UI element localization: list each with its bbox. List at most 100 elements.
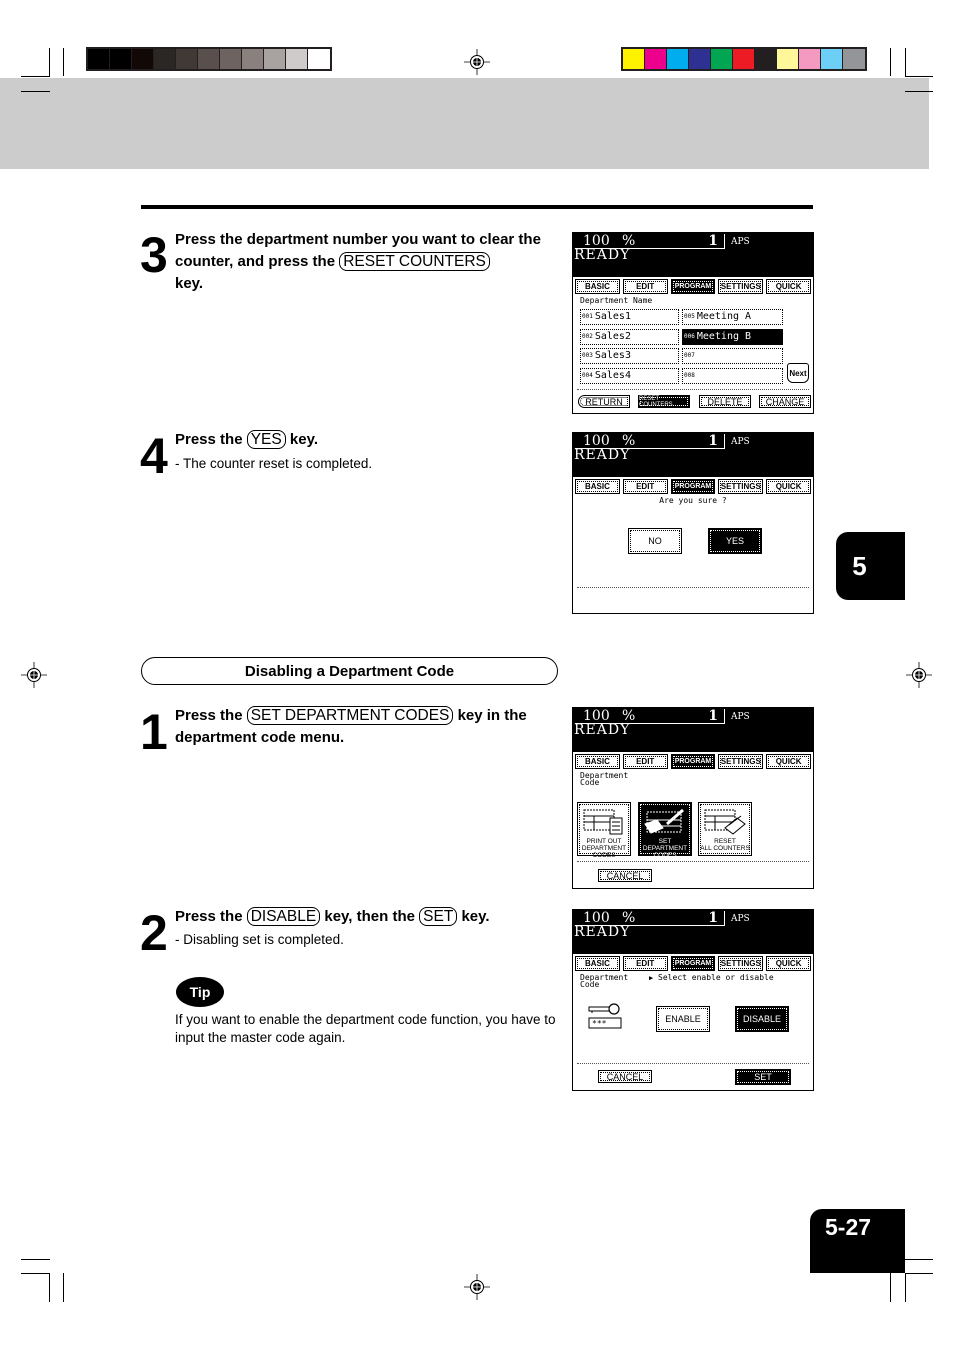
step-text: Press the <box>175 431 243 448</box>
cancel-button[interactable]: CANCEL <box>598 869 652 882</box>
paper-mode: APS <box>731 914 750 924</box>
color-swatch <box>88 49 110 69</box>
color-swatch <box>242 49 264 69</box>
tab-quick[interactable]: QUICK <box>766 754 811 769</box>
tab-settings[interactable]: SETTINGS <box>718 279 764 294</box>
tab-program[interactable]: PROGRAM <box>670 956 716 971</box>
tab-edit[interactable]: EDIT <box>622 956 668 971</box>
tab-edit[interactable]: EDIT <box>622 479 668 494</box>
crop-mark <box>49 1273 50 1302</box>
tab-program[interactable]: PROGRAM <box>670 279 716 294</box>
department-name: Meeting A <box>696 311 752 322</box>
reset-counters-button[interactable]: RESET COUNTERS <box>638 395 690 408</box>
department-cell[interactable]: 003 Sales3 <box>580 348 679 364</box>
tab-settings[interactable]: SETTINGS <box>718 479 764 494</box>
crop-mark <box>21 1273 50 1274</box>
tile-label: PRINT OUT <box>586 838 622 845</box>
prompt-text: Select enable or disable <box>658 973 774 982</box>
screen-heading: Code <box>580 980 600 989</box>
department-cell[interactable]: 004 Sales4 <box>580 367 679 384</box>
color-swatch <box>198 49 220 69</box>
color-swatch <box>623 49 645 69</box>
section-title: Disabling a Department Code <box>141 657 558 685</box>
change-button[interactable]: CHANGE <box>759 395 811 408</box>
return-button[interactable]: RETURN <box>578 395 630 408</box>
color-swatch <box>645 49 667 69</box>
department-cell[interactable]: 007 <box>682 348 783 364</box>
tab-settings[interactable]: SETTINGS <box>718 956 764 971</box>
triangle-pointer-icon: ▶ <box>649 974 654 982</box>
department-number: 006 <box>684 332 695 340</box>
registration-mark-icon <box>21 662 47 688</box>
color-swatch <box>286 49 308 69</box>
department-name: Sales1 <box>594 311 631 322</box>
color-swatch <box>821 49 843 69</box>
print-out-department-codes-button[interactable]: PRINT OUT DEPARTMENT CODES <box>577 802 631 859</box>
enable-button[interactable]: ENABLE <box>656 1006 710 1032</box>
crop-mark <box>21 1259 50 1260</box>
tab-basic[interactable]: BASIC <box>575 754 620 769</box>
department-cell[interactable]: 002 Sales2 <box>580 328 679 345</box>
lcd-screen-department-name: 100 % 1 APS READY BASIC EDIT PROGRAM SET… <box>572 232 814 414</box>
tab-edit[interactable]: EDIT <box>622 754 668 769</box>
tab-settings[interactable]: SETTINGS <box>718 754 764 769</box>
divider <box>577 861 809 862</box>
department-cell[interactable]: 006 Meeting B <box>682 328 783 345</box>
yes-button[interactable]: YES <box>708 528 762 554</box>
department-name: Sales4 <box>594 369 631 381</box>
tab-program[interactable]: PROGRAM <box>670 754 716 769</box>
color-swatch <box>176 49 198 69</box>
cancel-button[interactable]: CANCEL <box>598 1070 652 1083</box>
step-text: Press the <box>175 908 243 925</box>
ratio-unit: % <box>622 233 636 249</box>
next-page-button[interactable]: Next <box>787 363 809 383</box>
ratio-value: 100 <box>583 910 610 926</box>
delete-button[interactable]: DELETE <box>699 395 751 408</box>
grayscale-color-bar <box>86 47 332 71</box>
set-department-codes-button[interactable]: SET DEPARTMENT CODES <box>638 802 692 859</box>
paper-mode: APS <box>731 437 750 447</box>
tab-basic[interactable]: BASIC <box>575 279 620 294</box>
lcd-tab-bar: BASIC EDIT PROGRAM SETTINGS QUICK <box>573 277 813 296</box>
tab-basic[interactable]: BASIC <box>575 479 620 494</box>
copy-count: 1 <box>708 433 718 449</box>
tab-quick[interactable]: QUICK <box>766 956 811 971</box>
department-cell[interactable]: 005 Meeting A <box>682 309 783 325</box>
chapter-tab: 5 <box>836 532 905 600</box>
yes-key-label: YES <box>246 430 286 449</box>
disable-key-label: DISABLE <box>246 907 321 926</box>
crop-mark <box>905 76 933 77</box>
lcd-tab-bar: BASIC EDIT PROGRAM SETTINGS QUICK <box>573 954 813 973</box>
tile-label: DEPARTMENT CODES <box>581 845 627 859</box>
divider <box>577 1063 809 1064</box>
tab-quick[interactable]: QUICK <box>766 479 811 494</box>
department-cell[interactable]: 008 <box>682 367 783 384</box>
reset-all-counters-button[interactable]: RESET ALL COUNTERS <box>698 802 752 856</box>
tab-quick[interactable]: QUICK <box>766 279 811 294</box>
step-instruction: Press the DISABLE key, then the SET key. <box>175 906 565 928</box>
code-list-eraser-icon <box>704 809 746 835</box>
tab-edit[interactable]: EDIT <box>622 279 668 294</box>
disable-button[interactable]: DISABLE <box>735 1006 789 1032</box>
tile-label: SET <box>658 838 672 845</box>
machine-status: READY <box>574 247 631 263</box>
crop-mark <box>49 48 50 76</box>
tile-label: ALL COUNTERS <box>700 845 750 852</box>
set-key-label: SET <box>419 907 458 926</box>
set-button[interactable]: SET <box>735 1069 791 1085</box>
department-cell[interactable]: 001 Sales1 <box>580 309 679 325</box>
section-rule <box>141 205 813 209</box>
no-button[interactable]: NO <box>628 528 682 554</box>
copy-count: 1 <box>708 910 718 926</box>
ratio-value: 100 <box>583 433 610 449</box>
color-swatch <box>843 49 865 69</box>
crop-mark <box>905 1273 906 1302</box>
department-number: 003 <box>582 352 593 359</box>
color-swatch <box>755 49 777 69</box>
department-number: 008 <box>684 371 695 379</box>
step-note: - Disabling set is completed. <box>175 932 344 947</box>
tab-program[interactable]: PROGRAM <box>670 479 716 494</box>
screen-heading: Department Name <box>580 296 653 305</box>
tab-basic[interactable]: BASIC <box>575 956 620 971</box>
color-swatch <box>689 49 711 69</box>
